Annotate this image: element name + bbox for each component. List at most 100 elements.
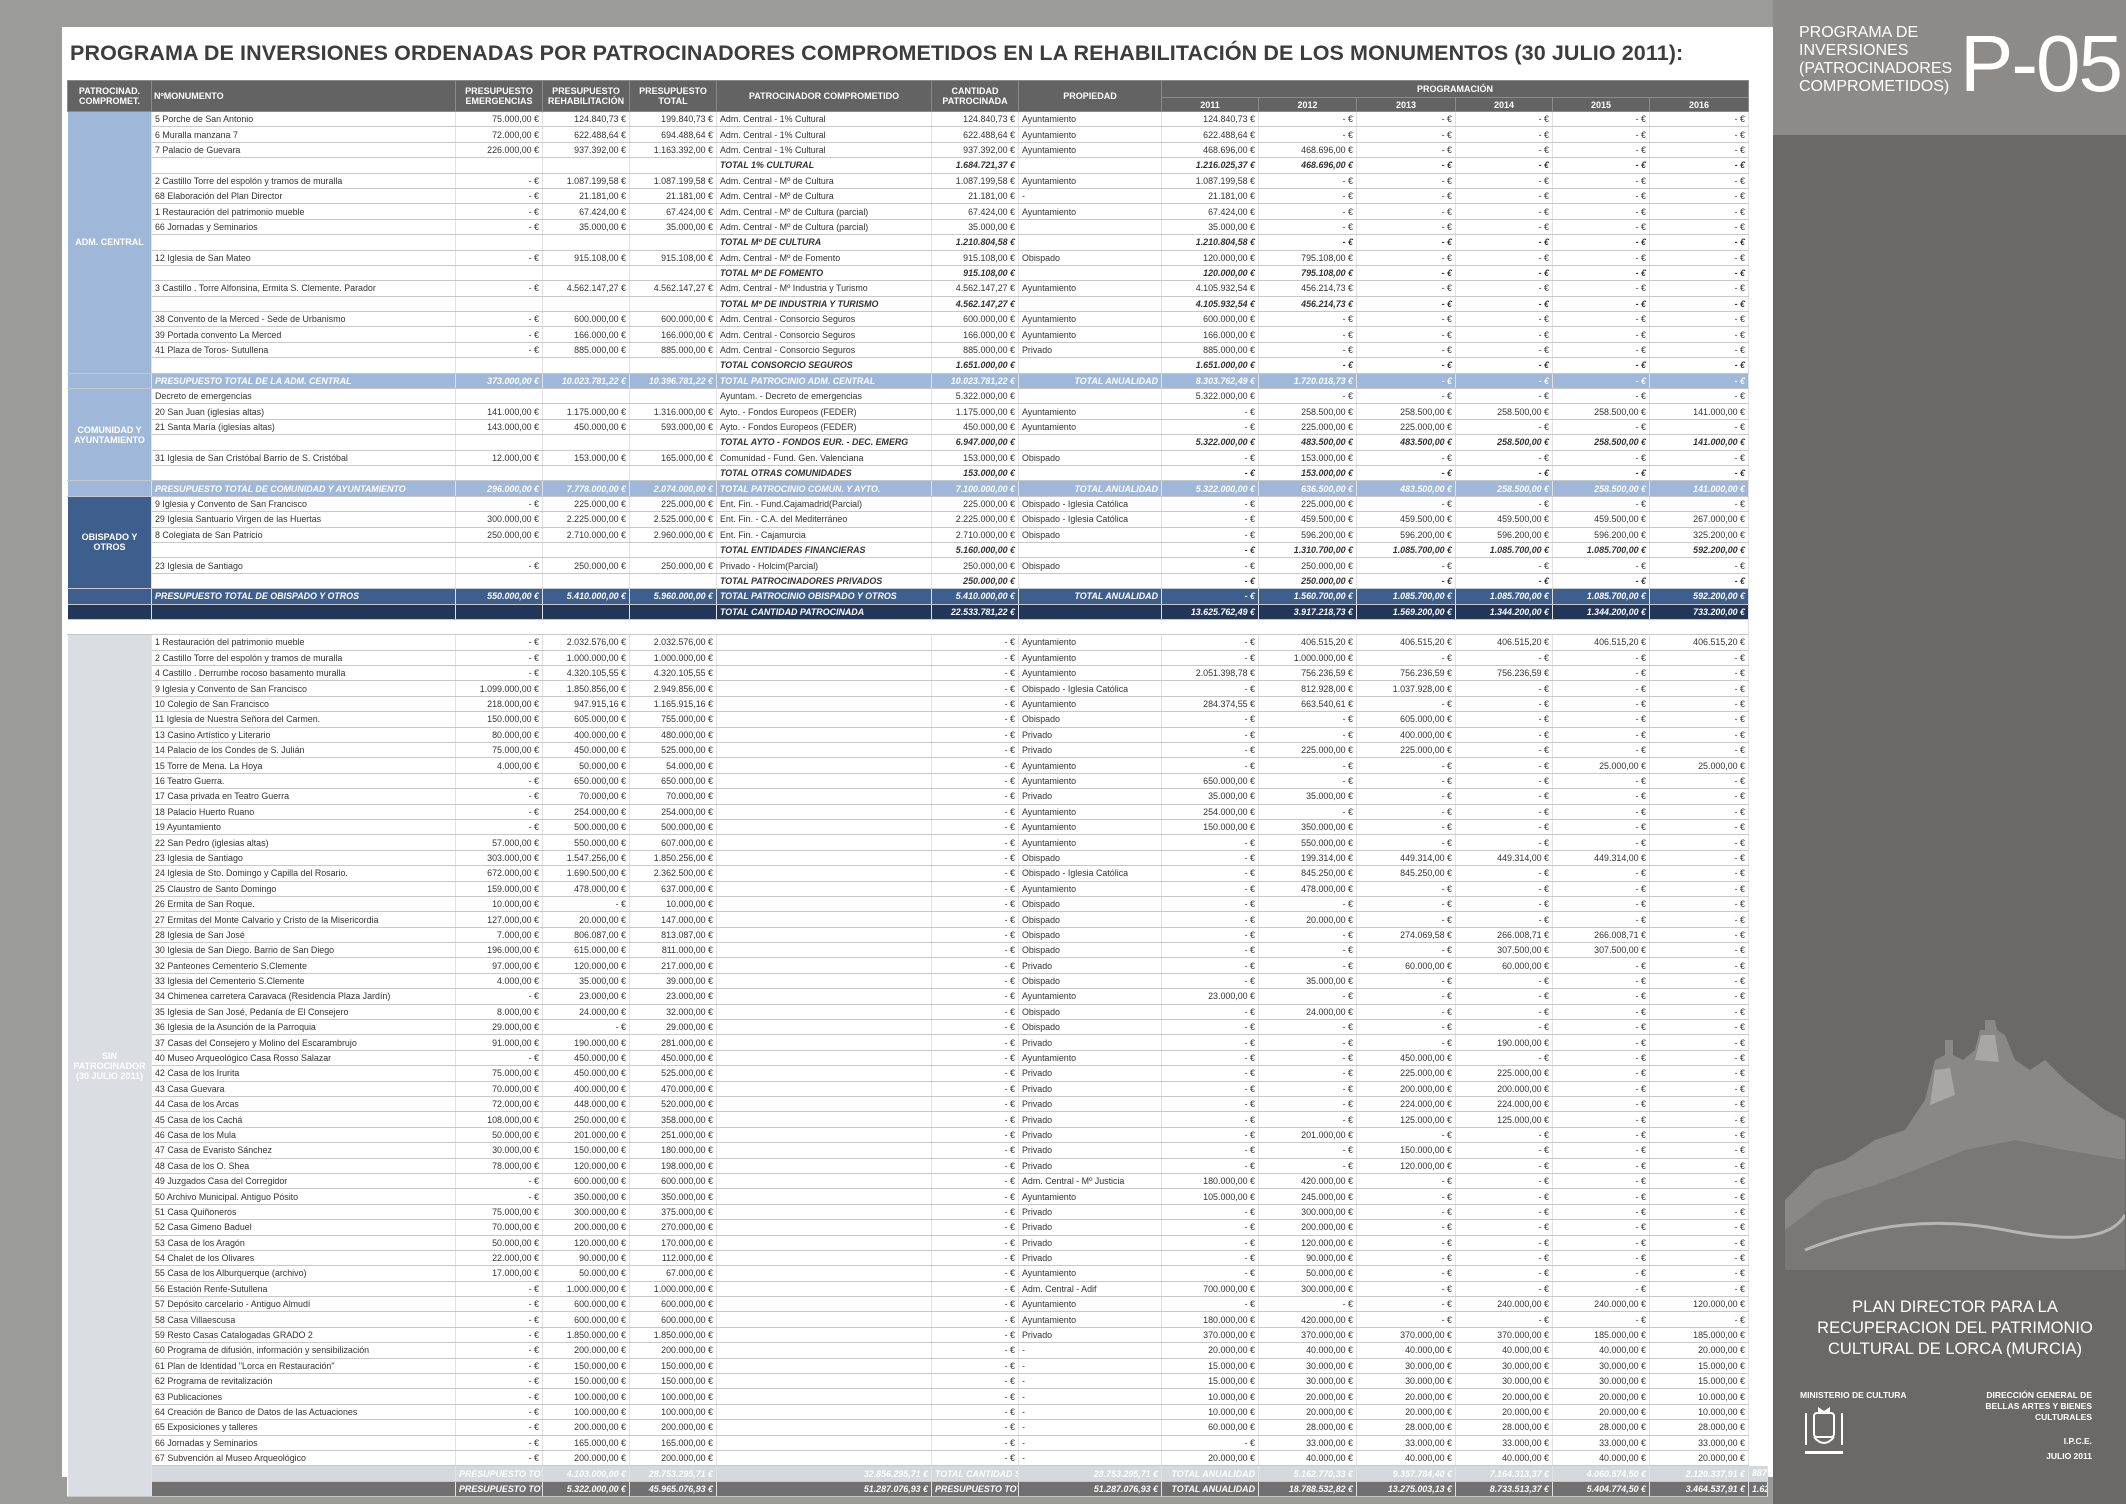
table-cell: - €: [1649, 1265, 1749, 1282]
table-cell: 29.000,00 €: [455, 1019, 543, 1036]
table-row: 56 Estación Renfe-Sutullena - €1.000.000,…: [68, 1281, 1768, 1298]
table-cell: 1.087.199,58 €: [1161, 173, 1259, 189]
table-cell: [1018, 604, 1162, 620]
table-row: 30 Iglesia de San Diego. Barrio de San D…: [68, 942, 1768, 959]
table-cell: TOTAL PATROCINIO COMUN. Y AYTO.: [716, 480, 932, 497]
table-cell: - €: [455, 650, 543, 667]
table-cell: - €: [1356, 1296, 1456, 1313]
table-cell: 166.000,00 €: [629, 326, 717, 343]
table-cell: 24.000,00 €: [542, 1004, 630, 1021]
table-cell: 13 Casino Artístico y Literario: [151, 727, 456, 744]
table-cell: - €: [1649, 788, 1749, 805]
table-cell: 166.000,00 €: [1161, 326, 1259, 343]
table-cell: 33.000,00 €: [1356, 1435, 1456, 1451]
table-cell: - €: [1258, 126, 1357, 143]
table-cell: - €: [1455, 988, 1553, 1005]
table-cell: Ayuntamiento: [1018, 881, 1162, 897]
table-cell: - €: [1649, 234, 1749, 251]
table-cell: 947.915,16 €: [542, 696, 630, 713]
table-cell: - €: [1649, 250, 1749, 266]
table-cell: [716, 742, 932, 759]
table-cell: - €: [1649, 957, 1749, 974]
table-row: TOTAL 1% CULTURAL 1.684.721,37 € 1.216.025…: [68, 157, 1768, 174]
table-cell: - €: [1161, 1019, 1259, 1036]
table-cell: - €: [1552, 665, 1650, 682]
table-cell: [1018, 542, 1162, 559]
table-cell: - €: [455, 219, 543, 236]
table-cell: 4.000,00 €: [455, 973, 543, 990]
table-cell: 5.410.000,00 €: [542, 588, 630, 605]
table-cell: [716, 665, 932, 682]
table-cell: - €: [1552, 342, 1650, 359]
table-cell: - €: [1161, 403, 1259, 420]
table-cell: 67.424,00 €: [931, 203, 1019, 220]
table-cell: Privado: [1018, 1111, 1162, 1128]
table-cell: - €: [1258, 1081, 1357, 1098]
table-row: 45 Casa de los Cachá 108.000,00 €250.000,…: [68, 1111, 1768, 1128]
table-cell: 5.162.770,33 €: [1258, 1465, 1357, 1482]
table-cell: - €: [1356, 1127, 1456, 1144]
table-cell: 67.424,00 €: [1161, 203, 1259, 220]
table-cell: - €: [931, 834, 1019, 851]
table-cell: 468.696,00 €: [1258, 157, 1357, 174]
table-cell: - €: [1552, 173, 1650, 189]
table-cell: 2.525.000,00 €: [629, 511, 717, 528]
table-cell: 596.200,00 €: [1258, 527, 1357, 543]
table-cell: 1.175.000,00 €: [931, 403, 1019, 420]
table-cell: - €: [1455, 296, 1553, 313]
table-cell: Obispado - Iglesia Católica: [1018, 511, 1162, 528]
table-cell: 170.000,00 €: [629, 1235, 717, 1251]
table-cell: Ayuntamiento: [1018, 988, 1162, 1005]
table-cell: - €: [931, 942, 1019, 959]
table-cell: 67.000,00 €: [629, 1265, 717, 1282]
table-cell: 165.000,00 €: [629, 1435, 717, 1451]
table-row: 47 Casa de Evaristo Sánchez 30.000,00 €15…: [68, 1142, 1768, 1159]
table-cell: - €: [1356, 1250, 1456, 1267]
table-cell: - €: [931, 757, 1019, 774]
table-cell: 2.362.500,00 €: [629, 865, 717, 882]
table-cell: - €: [1258, 942, 1357, 959]
table-cell: 600.000,00 €: [931, 311, 1019, 328]
table-cell: PRESUPUESTO TOTAL MONUMENTOS SIN PATROCI…: [455, 1465, 543, 1482]
table-cell: 141.000,00 €: [1649, 403, 1749, 420]
table-cell: [716, 1419, 932, 1436]
table-cell: 39.000,00 €: [629, 973, 717, 990]
table-cell: [1018, 465, 1162, 482]
table-cell: 20.000,00 €: [1552, 1388, 1650, 1405]
table-cell: 51.287.076,93 €: [1018, 1481, 1162, 1498]
ministerio-label: MINISTERIO DE CULTURA: [1800, 1390, 1907, 1400]
table-cell: - €: [1649, 988, 1749, 1005]
table-cell: - €: [455, 788, 543, 805]
table-cell: 112.000,00 €: [629, 1250, 717, 1267]
table-row: 2 Castillo Torre del espolón y tramos de…: [68, 650, 1768, 667]
table-cell: Privado: [1018, 1127, 1162, 1144]
table-cell: [716, 773, 932, 790]
table-cell: [542, 157, 630, 174]
table-cell: - €: [1356, 1219, 1456, 1236]
table-cell: Ayuntamiento: [1018, 1296, 1162, 1313]
table-row: 68 Elaboración del Plan Director - €21.18…: [68, 188, 1768, 205]
table-cell: 650.000,00 €: [629, 773, 717, 790]
table-cell: - €: [1649, 1158, 1749, 1174]
table-cell: 28.000,00 €: [1649, 1419, 1749, 1436]
table-cell: 72.000,00 €: [455, 126, 543, 143]
table-cell: - €: [1649, 665, 1749, 682]
table-row: TOTAL Mº DE INDUSTRIA Y TURISMO 4.562.147…: [68, 296, 1768, 313]
table-cell: 35.000,00 €: [1161, 219, 1259, 236]
table-cell: 596.200,00 €: [1552, 527, 1650, 543]
table-cell: 225.000,00 €: [542, 496, 630, 513]
table-cell: 250.000,00 €: [629, 557, 717, 574]
table-cell: 225.000,00 €: [1258, 419, 1357, 436]
table-cell: 70.000,00 €: [455, 1219, 543, 1236]
table-cell: Ayuntamiento: [1018, 1188, 1162, 1205]
table-cell: 47 Casa de Evaristo Sánchez: [151, 1142, 456, 1159]
table-cell: 358.000,00 €: [629, 1111, 717, 1128]
table-cell: [67, 373, 152, 390]
table-cell: 307.500,00 €: [1455, 942, 1553, 959]
table-cell: [716, 1388, 932, 1405]
table-cell: 57 Depósito carcelario - Antiguo Almudí: [151, 1296, 456, 1313]
table-cell: - €: [1552, 1050, 1650, 1067]
table-cell: 500.000,00 €: [629, 819, 717, 836]
table-cell: Obispado: [1018, 942, 1162, 959]
table-cell: - €: [1455, 865, 1553, 882]
